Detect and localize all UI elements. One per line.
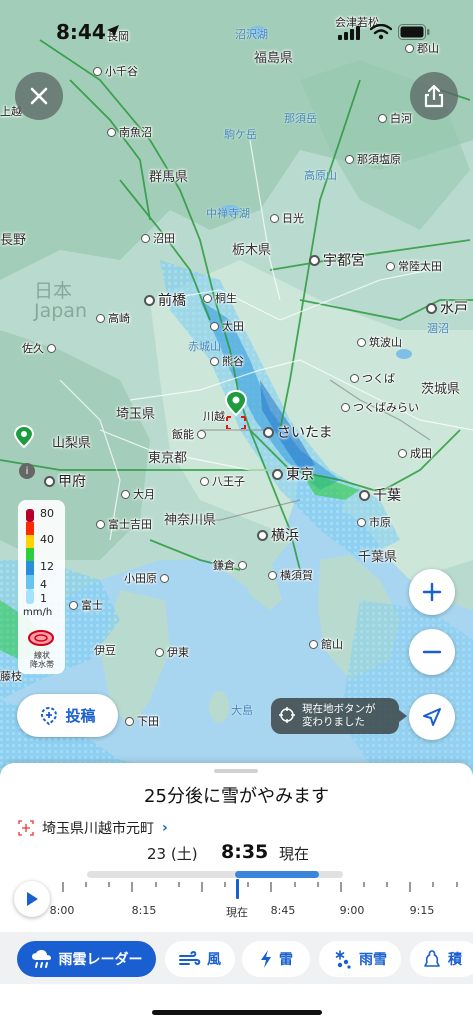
- cellular-signal-icon: [338, 26, 360, 40]
- tab-label: 風: [207, 952, 221, 968]
- wind-icon: [179, 950, 201, 966]
- current-location-button[interactable]: [409, 694, 455, 740]
- tooltip-line: 変わりました: [302, 716, 365, 728]
- progress-track: [87, 871, 343, 878]
- navigation-arrow-icon: [423, 708, 441, 726]
- slider-tick: [340, 882, 342, 892]
- time-slider[interactable]: 8:00 8:15 現在 8:45 9:00 9:15: [50, 879, 473, 922]
- location-pin-icon[interactable]: [224, 389, 248, 429]
- forecast-sheet[interactable]: 25分後に雪がやみます 埼玉県川越市元町 › 23 (土) 8:35 現在 8:…: [0, 763, 473, 1024]
- forecast-headline: 25分後に雪がやみます: [144, 786, 329, 807]
- date-label: 23 (土): [147, 845, 198, 863]
- slider-tick: [270, 882, 272, 892]
- post-button-label: 投稿: [65, 707, 96, 725]
- time-label: 8:35: [221, 841, 269, 863]
- linear-rainband-icon: [28, 630, 54, 646]
- wifi-icon: [370, 24, 392, 40]
- timeline-label: 9:00: [339, 904, 365, 917]
- tab-rain-radar[interactable]: 雨雲レーダー: [17, 941, 156, 977]
- slider-tick: [201, 882, 203, 892]
- play-icon: [27, 892, 38, 906]
- timeline-label: 9:15: [409, 904, 435, 917]
- slider-tick: [294, 882, 296, 887]
- locate-button-tooltip: 現在地ボタンが 変わりました: [271, 698, 407, 734]
- status-time: 8:44: [56, 20, 106, 44]
- zoom-in-button[interactable]: [409, 569, 455, 615]
- slider-tick: [409, 882, 411, 892]
- post-button[interactable]: 投稿: [17, 694, 118, 737]
- slider-tick: [317, 882, 319, 887]
- time-display: 23 (土) 8:35 現在: [0, 841, 473, 867]
- slider-tick: [178, 882, 180, 887]
- tab-snow-accum[interactable]: 積: [410, 941, 473, 977]
- slider-tick: [62, 882, 64, 892]
- minus-icon: [422, 650, 442, 654]
- share-icon: [424, 84, 444, 108]
- slider-tick: [85, 882, 87, 887]
- slider-tick: [386, 882, 388, 887]
- chevron-right-icon: ›: [162, 820, 168, 836]
- slider-tick: [456, 882, 458, 887]
- info-badge-icon[interactable]: i: [19, 463, 35, 479]
- crosshair-icon: [279, 707, 295, 723]
- legend-value: 4: [40, 578, 47, 591]
- now-label: 現在: [279, 845, 310, 863]
- tab-label: 雷: [279, 952, 293, 968]
- target-location-icon: [18, 820, 34, 836]
- timeline-label-now: 現在: [226, 906, 248, 919]
- timeline-label: 8:45: [270, 904, 296, 917]
- home-indicator: [152, 1010, 322, 1015]
- location-address: 埼玉県川越市元町: [42, 821, 154, 837]
- legend-value: 1: [40, 592, 47, 605]
- post-pin-icon: [41, 706, 58, 725]
- slider-tick: [131, 882, 133, 892]
- zoom-out-button[interactable]: [409, 629, 455, 675]
- legend-value: 40: [40, 533, 54, 546]
- snow-rain-icon: [335, 950, 351, 969]
- legend-unit: mm/h: [23, 607, 53, 618]
- tab-lightning[interactable]: 雷: [242, 941, 310, 977]
- play-button[interactable]: [14, 881, 50, 917]
- lightning-icon: [261, 950, 271, 968]
- sheet-grabber[interactable]: [214, 769, 258, 773]
- tab-label: 積: [448, 952, 462, 968]
- slider-tick: [363, 882, 365, 887]
- tooltip-line: 現在地ボタンが: [302, 703, 376, 715]
- location-services-icon: [107, 25, 119, 37]
- close-button[interactable]: [15, 72, 63, 120]
- battery-icon: [398, 24, 430, 40]
- slider-tick: [108, 882, 110, 887]
- tab-snow-rain[interactable]: 雨雪: [319, 941, 401, 977]
- rain-legend: 80 40 12 4 1 mm/h 線状 降水帯: [18, 500, 65, 674]
- tab-label: 雨雲レーダー: [58, 952, 143, 968]
- plus-icon: [422, 582, 442, 602]
- legend-color-scale: [26, 509, 34, 604]
- timeline-label: 8:00: [49, 904, 75, 917]
- tab-label: 雨雪: [359, 952, 387, 968]
- slider-tick: [247, 882, 249, 887]
- secondary-pin-icon[interactable]: [14, 425, 34, 453]
- location-selector[interactable]: 埼玉県川越市元町 ›: [18, 818, 168, 838]
- timeline-label: 8:15: [131, 904, 157, 917]
- status-bar: 8:44: [0, 14, 473, 48]
- progress-fill: [235, 871, 319, 878]
- tab-wind[interactable]: 風: [165, 941, 235, 977]
- share-button[interactable]: [410, 72, 458, 120]
- slider-tick: [155, 882, 157, 887]
- slider-cursor[interactable]: [236, 879, 239, 899]
- slider-tick: [224, 882, 226, 887]
- bottom-tab-bar: 雨雲レーダー 風 雷 雨雪 積: [0, 932, 473, 984]
- legend-value: 12: [40, 560, 54, 573]
- legend-band-label: 線状 降水帯: [30, 651, 54, 669]
- snow-accum-icon: [424, 950, 440, 967]
- radar-map[interactable]: 日本 Japan 福島県 群馬県 栃木県 埼玉県 東京都 神奈川県 山梨県 千葉…: [0, 0, 473, 780]
- legend-value: 80: [40, 507, 54, 520]
- close-icon: [30, 87, 48, 105]
- rain-cloud-icon: [31, 950, 51, 968]
- app-screen: 日本 Japan 福島県 群馬県 栃木県 埼玉県 東京都 神奈川県 山梨県 千葉…: [0, 0, 473, 1024]
- slider-tick: [432, 882, 434, 887]
